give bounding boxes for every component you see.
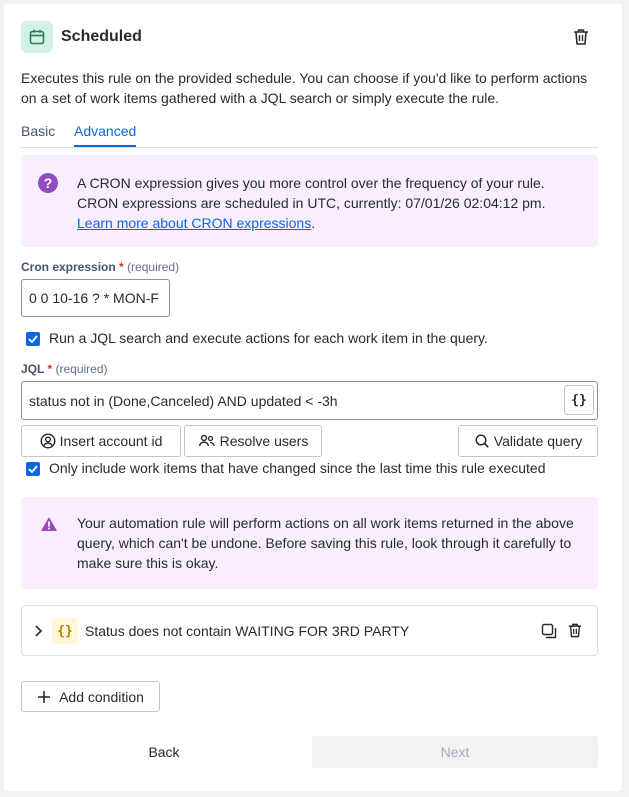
condition-text: Status does not contain WAITING FOR 3RD … — [85, 623, 410, 639]
condition-type-badge: {} — [52, 618, 78, 644]
search-icon — [475, 434, 489, 448]
trash-icon[interactable] — [568, 622, 582, 639]
validate-query-label: Validate query — [493, 433, 583, 449]
plus-icon — [38, 690, 51, 703]
cron-learn-more-link[interactable]: Learn more about CRON expressions — [77, 215, 311, 231]
chevron-right-icon[interactable] — [34, 625, 42, 637]
changed-items-checkbox[interactable] — [26, 462, 40, 476]
tab-basic[interactable]: Basic — [21, 122, 55, 140]
trigger-description: Executes this rule on the provided sched… — [21, 70, 588, 106]
jql-query-input[interactable]: status not in (Done,Canceled) AND update… — [21, 381, 598, 420]
required-text: (required) — [55, 362, 108, 376]
person-circle-icon — [40, 433, 56, 449]
cron-info-box: ? A CRON expression gives you more contr… — [21, 155, 598, 247]
cron-info-text: A CRON expression gives you more control… — [77, 173, 587, 233]
validate-query-button[interactable]: Validate query — [458, 425, 598, 457]
insert-account-id-button[interactable]: Insert account id — [21, 425, 181, 457]
calendar-icon — [21, 21, 53, 53]
people-icon — [198, 434, 215, 447]
resolve-users-label: Resolve users — [219, 433, 309, 449]
insert-account-id-label: Insert account id — [59, 433, 163, 449]
changed-items-checkbox-label: Only include work items that have change… — [49, 460, 546, 476]
warning-icon — [41, 517, 57, 531]
question-icon: ? — [38, 173, 58, 193]
copy-icon[interactable] — [541, 623, 557, 639]
checkmark-icon — [28, 335, 38, 343]
required-star: * — [119, 260, 124, 274]
link-suffix: . — [311, 215, 316, 231]
smart-values-button[interactable]: {} — [564, 385, 594, 415]
jql-search-checkbox-label: Run a JQL search and execute actions for… — [49, 330, 488, 346]
jql-label: JQL * (required) — [21, 362, 108, 376]
jql-search-checkbox[interactable] — [26, 332, 40, 346]
tab-list: Basic Advanced — [21, 122, 598, 148]
required-star: * — [47, 362, 53, 376]
trigger-panel: Scheduled Executes this rule on the prov… — [4, 4, 622, 791]
back-button[interactable]: Back — [21, 736, 307, 768]
cron-info-body: A CRON expression gives you more control… — [77, 175, 546, 211]
condition-card[interactable]: {} Status does not contain WAITING FOR 3… — [21, 605, 598, 656]
next-button[interactable]: Next — [312, 736, 598, 768]
warning-text: Your automation rule will perform action… — [77, 515, 574, 571]
resolve-users-button[interactable]: Resolve users — [184, 425, 322, 457]
cron-label-text: Cron expression — [21, 260, 116, 274]
add-condition-button[interactable]: Add condition — [21, 681, 160, 712]
cron-label: Cron expression * (required) — [21, 260, 179, 274]
delete-trigger-button[interactable] — [570, 26, 592, 48]
required-text: (required) — [127, 260, 180, 274]
jql-label-text: JQL — [21, 362, 45, 376]
panel-title: Scheduled — [61, 28, 142, 45]
trash-icon — [574, 29, 588, 45]
warning-box: Your automation rule will perform action… — [21, 497, 598, 589]
checkmark-icon — [28, 465, 38, 473]
tab-advanced[interactable]: Advanced — [74, 122, 137, 147]
add-condition-label: Add condition — [59, 688, 144, 705]
cron-expression-input[interactable]: 0 0 10-16 ? * MON-F — [21, 279, 170, 317]
jql-query-value: status not in (Done,Canceled) AND update… — [29, 392, 338, 409]
